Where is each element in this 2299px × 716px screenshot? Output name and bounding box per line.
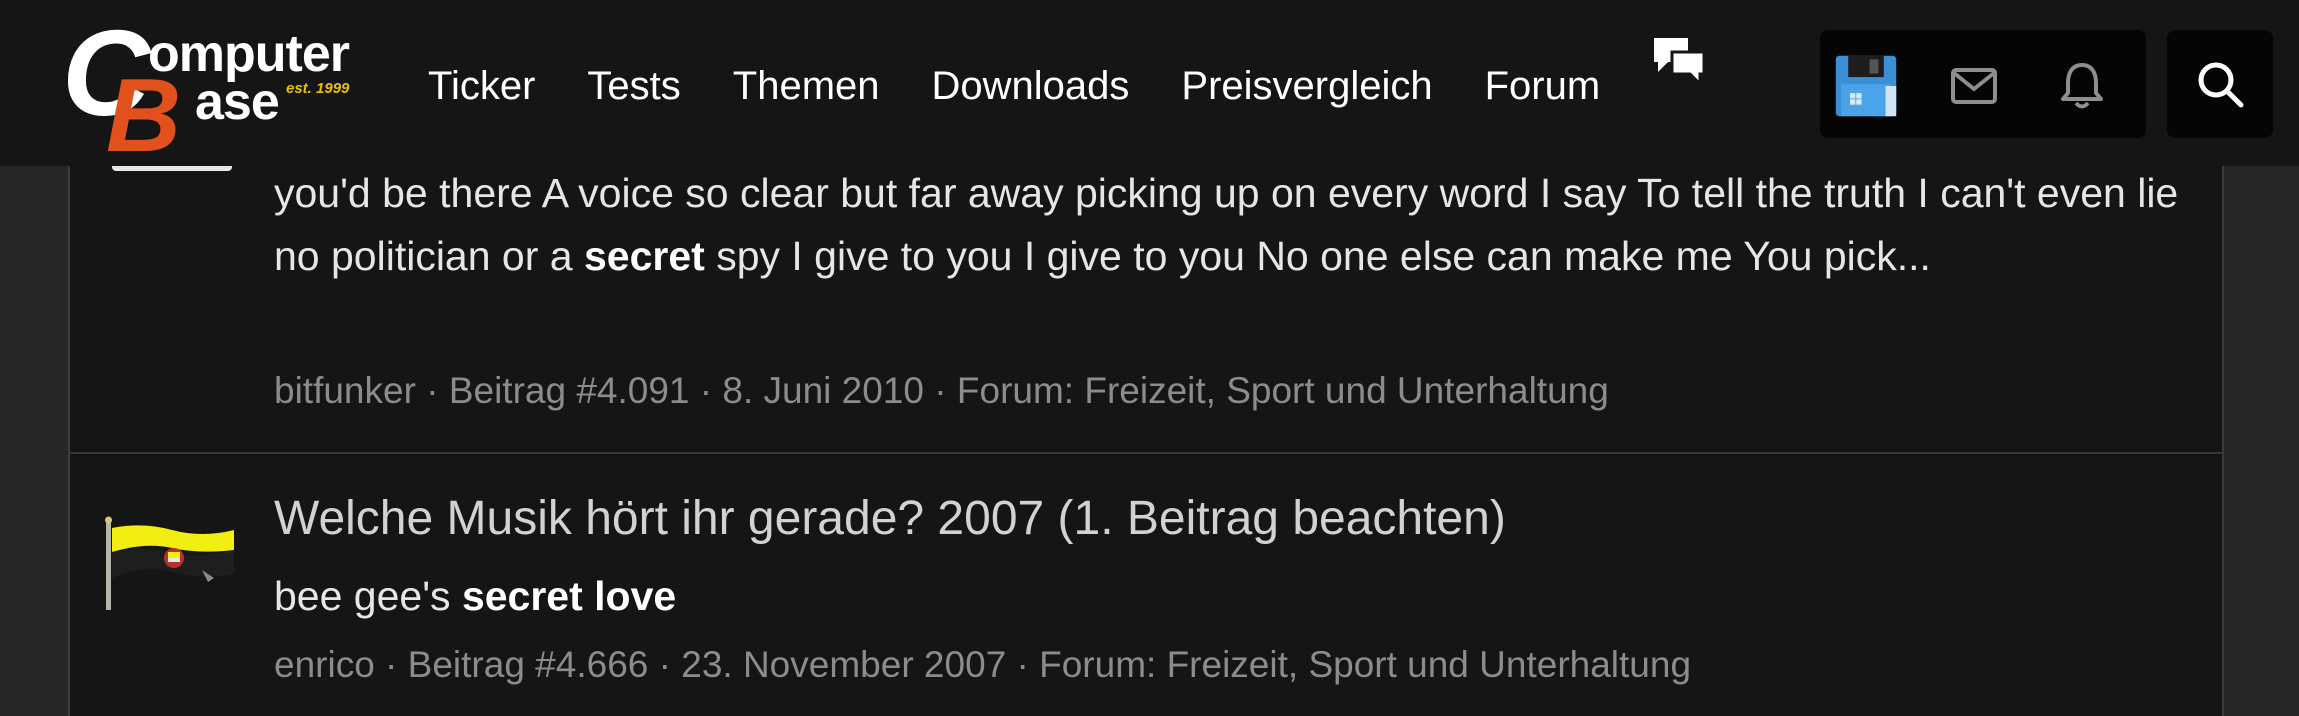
bell-icon[interactable] [2050, 54, 2114, 118]
post-number-link[interactable]: Beitrag #4.666 [408, 644, 649, 685]
separator: · [689, 370, 723, 411]
nav-preisvergleich[interactable]: Preisvergleich [1181, 58, 1432, 114]
result-excerpt: bee gee's secret love [274, 568, 676, 624]
avatar[interactable] [102, 516, 242, 616]
main-nav: Ticker Tests Themen Downloads Preisvergl… [428, 58, 1652, 114]
envelope-icon[interactable] [1942, 54, 2006, 118]
flag-avatar-icon [105, 516, 234, 610]
nav-tests[interactable]: Tests [587, 58, 680, 114]
floppy-disk-icon[interactable] [1834, 54, 1898, 118]
result-meta: bitfunker · Beitrag #4.091 · 8. Juni 201… [274, 369, 1609, 413]
logo-est: est. 1999 [286, 80, 350, 97]
page: you'd be there A voice so clear but far … [0, 0, 2299, 716]
speech-bubbles-icon[interactable] [1650, 34, 1708, 88]
separator: · [374, 644, 408, 685]
nav-downloads[interactable]: Downloads [932, 58, 1130, 114]
excerpt-text: bee gee's [274, 573, 462, 619]
logo-word-bottom: ase [195, 73, 280, 131]
post-number-link[interactable]: Beitrag #4.091 [449, 370, 690, 411]
nav-forum[interactable]: Forum [1485, 58, 1601, 114]
result-title-link[interactable]: Welche Musik hört ihr gerade? 2007 (1. B… [274, 490, 1506, 548]
separator: · [648, 644, 682, 685]
user-toolbar [1820, 30, 2146, 138]
forum-link[interactable]: Forum: Freizeit, Sport und Unterhaltung [957, 370, 1609, 411]
computerbase-logo[interactable]: C B omputer ase est. 1999 [62, 12, 362, 168]
nav-ticker[interactable]: Ticker [428, 58, 535, 114]
result-excerpt: you'd be there A voice so clear but far … [274, 162, 2204, 288]
post-date: 23. November 2007 [681, 644, 1007, 685]
excerpt-text: spy I give to you I give to you No one e… [704, 233, 1931, 279]
excerpt-highlight: secret love [461, 573, 677, 619]
author-link[interactable]: bitfunker [274, 370, 416, 411]
separator: · [1006, 644, 1040, 685]
separator: · [415, 370, 449, 411]
top-navigation-bar: C B omputer ase est. 1999 Ticker Tests T… [0, 0, 2299, 168]
separator: · [924, 370, 957, 411]
post-date: 8. Juni 2010 [722, 370, 924, 411]
search-button[interactable] [2167, 30, 2273, 138]
search-icon [2198, 62, 2244, 108]
divider [70, 452, 2222, 454]
author-link[interactable]: enrico [274, 644, 375, 685]
result-meta: enrico · Beitrag #4.666 · 23. November 2… [274, 643, 1691, 687]
excerpt-highlight: secret [583, 233, 705, 279]
forum-link[interactable]: Forum: Freizeit, Sport und Unterhaltung [1039, 644, 1691, 685]
nav-themen[interactable]: Themen [733, 58, 880, 114]
